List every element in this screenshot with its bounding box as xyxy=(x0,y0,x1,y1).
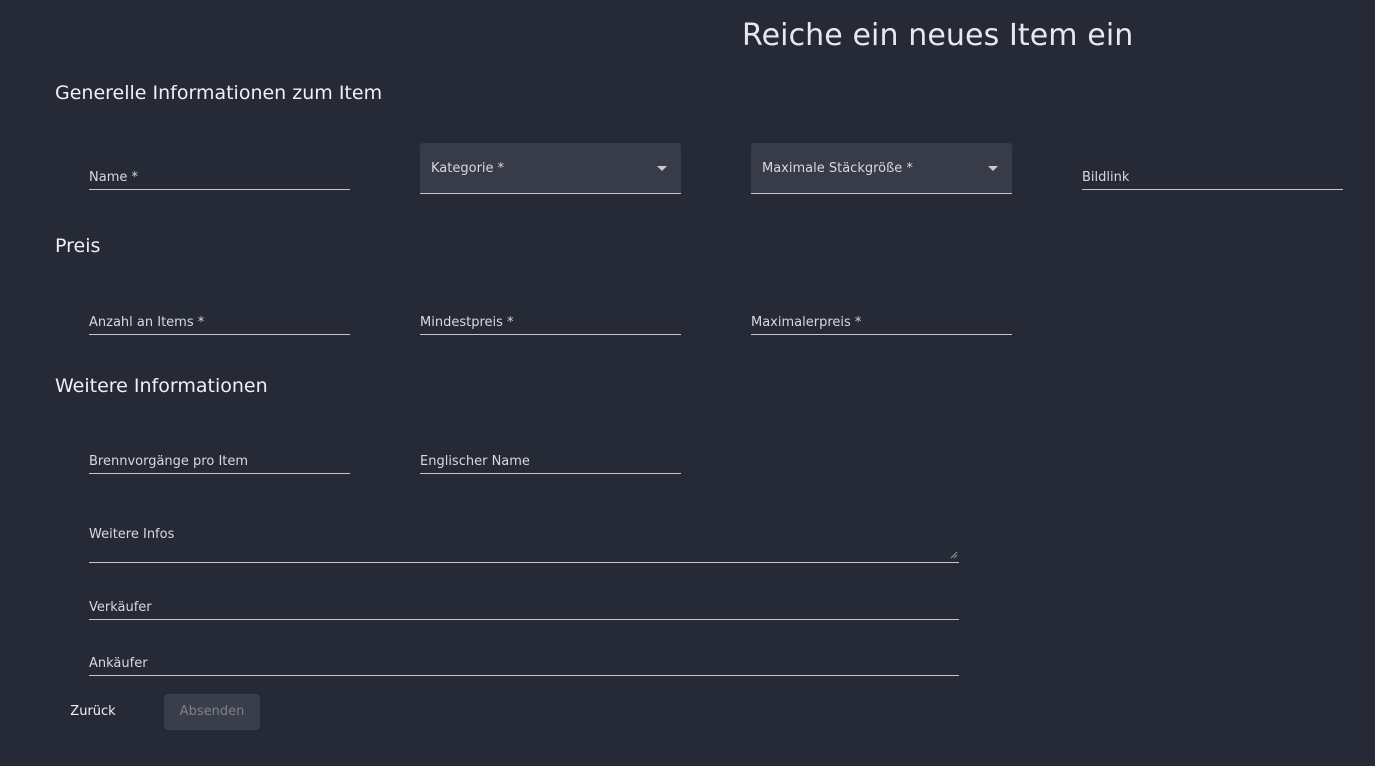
image-link-field[interactable]: Bildlink xyxy=(1082,159,1343,190)
buyer-field[interactable]: Ankäufer xyxy=(89,645,959,676)
section-title-more: Weitere Informationen xyxy=(55,375,268,397)
max-stack-select[interactable]: Maximale Stäckgröße * xyxy=(751,143,1012,194)
chevron-down-icon xyxy=(988,166,998,171)
category-select-label: Kategorie * xyxy=(431,161,505,176)
seller-field-label: Verkäufer xyxy=(89,600,152,615)
item-count-field[interactable]: Anzahl an Items * xyxy=(89,304,350,335)
resize-handle-icon[interactable] xyxy=(950,551,958,559)
item-count-field-label: Anzahl an Items * xyxy=(89,315,205,330)
buyer-field-label: Ankäufer xyxy=(89,656,148,671)
page-title: Reiche ein neues Item ein xyxy=(742,18,1134,53)
min-price-field-label: Mindestpreis * xyxy=(420,315,514,330)
name-field[interactable]: Name * xyxy=(89,159,350,190)
back-button[interactable]: Zurück xyxy=(55,694,131,730)
section-title-price: Preis xyxy=(55,235,101,257)
english-name-field-label: Englischer Name xyxy=(420,454,530,469)
image-link-field-label: Bildlink xyxy=(1082,170,1130,185)
burns-per-item-field[interactable]: Brennvorgänge pro Item xyxy=(89,443,350,474)
max-price-field[interactable]: Maximalerpreis * xyxy=(751,304,1012,335)
category-select[interactable]: Kategorie * xyxy=(420,143,681,194)
submit-button[interactable]: Absenden xyxy=(164,694,260,730)
min-price-field[interactable]: Mindestpreis * xyxy=(420,304,681,335)
page: Reiche ein neues Item ein Generelle Info… xyxy=(0,0,1375,766)
max-stack-select-label: Maximale Stäckgröße * xyxy=(762,161,913,176)
english-name-field[interactable]: Englischer Name xyxy=(420,443,681,474)
burns-per-item-field-label: Brennvorgänge pro Item xyxy=(89,454,249,469)
max-price-field-label: Maximalerpreis * xyxy=(751,315,862,330)
more-info-textarea[interactable]: Weitere Infos xyxy=(89,512,959,563)
section-title-general: Generelle Informationen zum Item xyxy=(55,82,383,104)
name-field-label: Name * xyxy=(89,170,138,185)
seller-field[interactable]: Verkäufer xyxy=(89,589,959,620)
chevron-down-icon xyxy=(657,166,667,171)
more-info-textarea-label: Weitere Infos xyxy=(89,527,175,542)
